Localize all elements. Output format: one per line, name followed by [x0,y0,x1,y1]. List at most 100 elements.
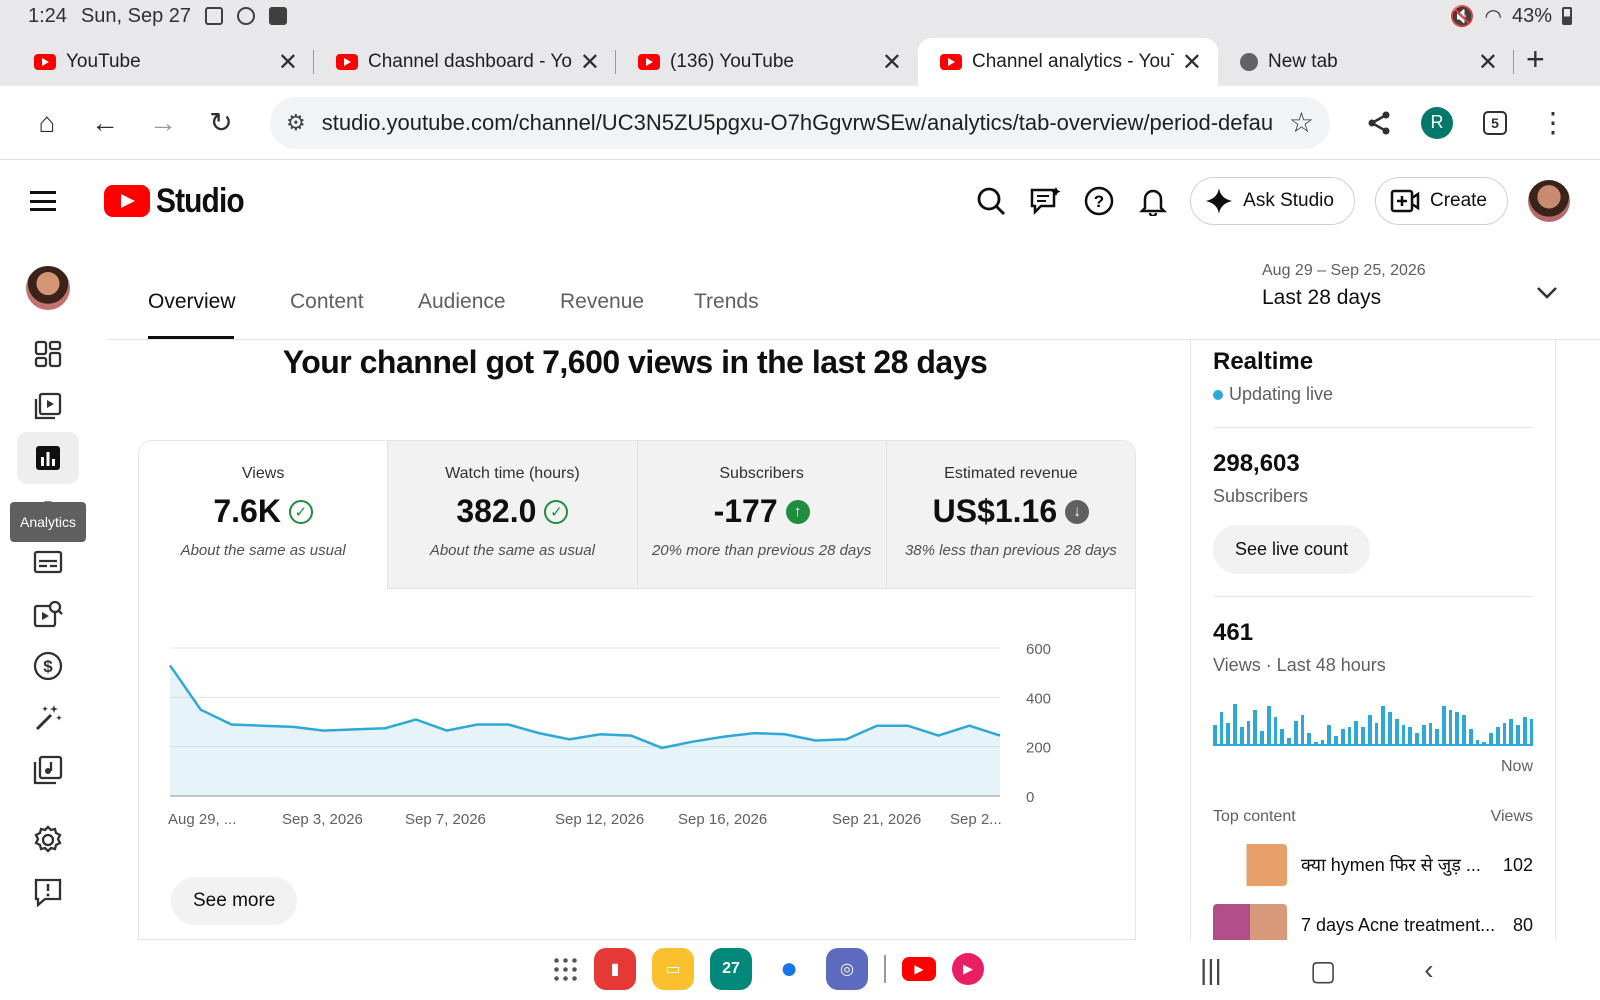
realtime-bar [1441,706,1446,744]
chart-data-point [690,739,696,745]
tab-trends[interactable]: Trends [694,290,759,314]
realtime-bar [1300,715,1305,744]
close-tab-icon[interactable]: ✕ [1478,48,1498,77]
sidebar-item-analytics[interactable] [17,432,79,484]
studio-logo[interactable]: Studio [104,182,256,221]
forward-icon[interactable]: → [134,99,192,147]
y-tick-label: 600 [1026,641,1051,658]
sidebar-item-dashboard[interactable] [17,328,79,380]
tab-revenue[interactable]: Revenue [560,290,644,314]
share-icon[interactable] [1350,99,1408,147]
metric-views[interactable]: Views 7.6K ✓ About the same as usual [139,441,388,589]
chart-data-point [628,733,634,739]
chart-data-point [905,723,911,729]
tab-title: Channel dashboard - YouT [368,51,572,72]
notifications-bell-icon[interactable] [1136,184,1170,218]
realtime-bar [1462,715,1466,744]
browser-tab[interactable]: Channel dashboard - YouT ✕ [314,38,616,86]
see-live-count-button[interactable]: See live count [1213,525,1371,574]
metric-subscribers[interactable]: Subscribers -177 ↑ 20% more than previous… [636,441,886,589]
realtime-bar [1273,717,1278,744]
sidebar-item-audio-library[interactable] [17,744,79,796]
close-tab-icon[interactable]: ✕ [1182,48,1202,77]
svg-text:$: $ [43,657,53,676]
account-avatar[interactable] [1528,180,1570,222]
metric-watch-time[interactable]: Watch time (hours) 382.0 ✓ About the same… [387,441,637,589]
home-icon[interactable]: ⌂ [18,99,76,147]
url-text[interactable]: studio.youtube.com/channel/UC3N5ZU5pgxu-… [322,110,1289,136]
profile-button[interactable]: R [1408,99,1466,147]
bookmark-star-icon[interactable]: ☆ [1289,106,1314,139]
sidebar-item-copyright[interactable] [17,588,79,640]
chart-data-point [874,723,880,729]
home-button-icon[interactable]: ▢ [1310,954,1336,987]
youtube-app-icon[interactable]: ▶ [902,957,936,981]
channel-avatar[interactable] [26,266,70,310]
tab-switcher-button[interactable]: 5 [1466,99,1524,147]
more-menu-icon[interactable]: ⋮ [1524,99,1582,147]
subtitles-icon [33,550,63,574]
feedback-comment-icon[interactable] [1028,184,1062,218]
chevron-down-icon[interactable] [1536,280,1558,306]
recent-apps-icon[interactable]: ||| [1200,954,1222,987]
address-bar[interactable]: ⚙ studio.youtube.com/channel/UC3N5ZU5pgx… [270,96,1330,149]
ask-studio-button[interactable]: Ask Studio [1190,177,1355,225]
browser-app-icon[interactable]: ◎ [826,948,868,990]
create-button[interactable]: Create [1374,177,1508,225]
sidebar-item-subtitles[interactable] [17,536,79,588]
notes-app-icon[interactable]: ▮ [594,948,636,990]
back-icon[interactable]: ← [76,99,134,147]
close-tab-icon[interactable]: ✕ [278,48,298,77]
sidebar-item-earn[interactable]: $ [17,640,79,692]
chart-data-point [413,717,419,723]
video-title: क्या hymen फिर से जुड़ ... [1301,855,1481,875]
chart-data-point [782,731,788,737]
svg-text:?: ? [1094,192,1104,211]
search-icon[interactable] [974,184,1008,218]
youtube-studio-app-icon[interactable]: ▶ [952,953,984,985]
reload-icon[interactable]: ↻ [192,99,250,147]
tab-overview[interactable]: Overview [148,290,236,314]
top-content-row[interactable]: क्या hymen फिर से जुड़ ... 102 [1213,844,1533,886]
realtime-bar-chart[interactable] [1213,702,1534,746]
realtime-title: Realtime [1213,348,1314,375]
new-tab-icon[interactable]: + [1526,41,1545,78]
tab-count: 5 [1483,110,1507,135]
magic-wand-icon [35,705,62,731]
dashboard-icon [34,340,62,368]
realtime-bar [1320,740,1325,744]
close-tab-icon[interactable]: ✕ [882,48,902,77]
realtime-bar [1253,710,1258,744]
browser-tab-active[interactable]: Channel analytics - YouTub ✕ [918,38,1218,86]
site-settings-icon[interactable]: ⚙ [286,110,306,136]
calendar-app-icon[interactable]: 27 [710,948,752,990]
sidebar-item-feedback[interactable] [17,866,79,918]
see-more-button[interactable]: See more [171,877,298,925]
chart-data-point [567,736,573,742]
video-thumbnail [1213,844,1287,886]
arrow-up-circle-icon: ↑ [785,499,810,524]
realtime-bar [1226,723,1231,744]
earn-dollar-icon: $ [33,651,63,681]
views-column-label: Views [1490,808,1533,825]
views-chart[interactable]: 600 400 200 0 Aug 29, ... Sep 3, 2026 Sep 7, … [160,640,1080,850]
close-tab-icon[interactable]: ✕ [580,48,600,77]
metric-revenue[interactable]: Estimated revenue US$1.16 ↓ 38% less than… [885,441,1135,589]
tab-audience[interactable]: Audience [418,290,506,314]
analytics-icon [36,446,60,470]
help-icon[interactable]: ? [1082,184,1116,218]
sidebar-item-settings[interactable] [17,814,79,866]
browser-tab[interactable]: YouTube ✕ [12,38,314,86]
app-drawer-icon[interactable] [552,956,578,982]
sidebar-item-customization[interactable] [17,692,79,744]
browser-tab[interactable]: (136) YouTube ✕ [616,38,918,86]
tab-content[interactable]: Content [290,290,364,314]
back-button-icon[interactable]: ‹ [1424,954,1433,987]
hamburger-menu-icon[interactable] [30,191,56,211]
browser-tab[interactable]: New tab ✕ [1218,38,1514,86]
files-app-icon[interactable]: ▭ [652,948,694,990]
sidebar-item-content[interactable] [17,380,79,432]
messages-app-icon[interactable]: ● [768,948,810,990]
date-range-picker[interactable]: Aug 29 – Sep 25, 2026 Last 28 days [1262,262,1426,310]
youtube-favicon-icon [34,54,56,70]
